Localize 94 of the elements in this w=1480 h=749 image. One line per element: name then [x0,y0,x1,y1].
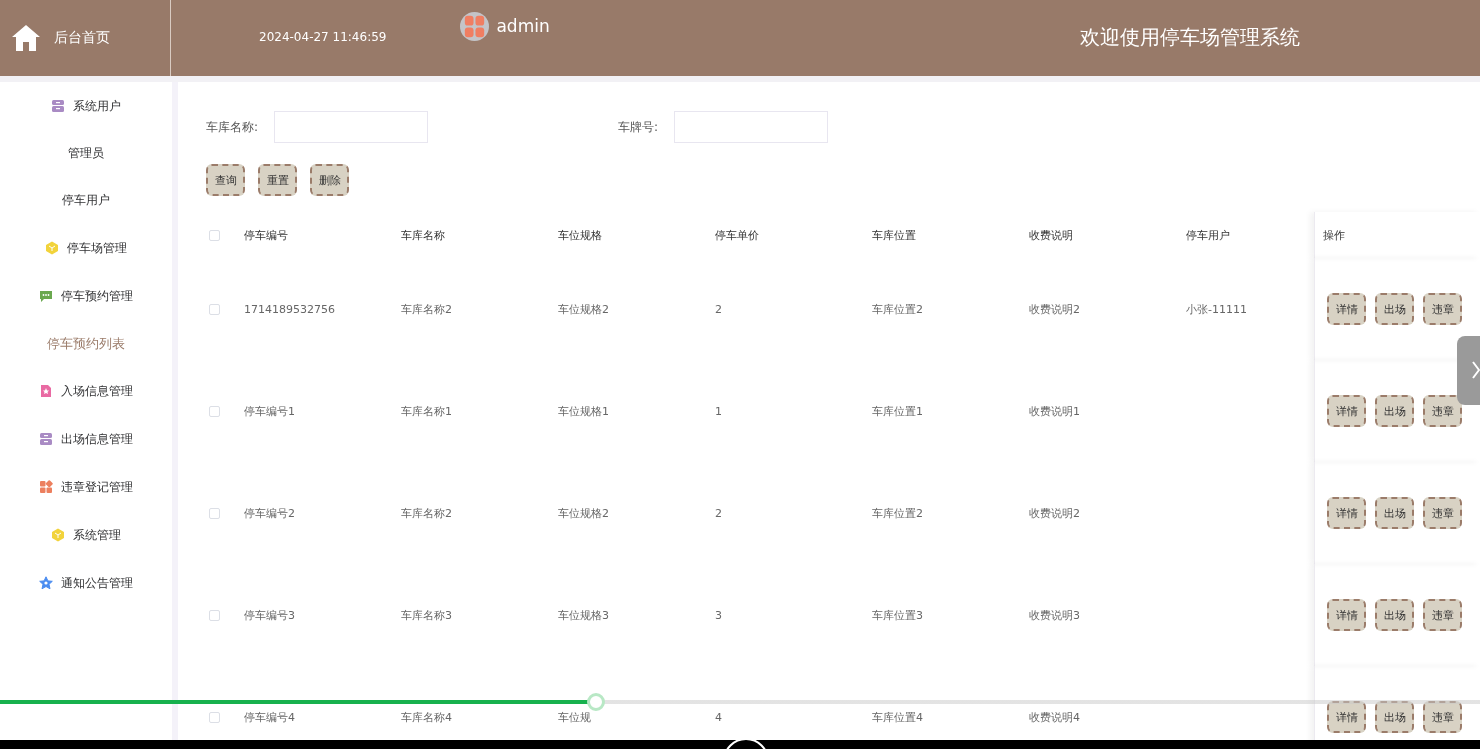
submenu-item[interactable]: 管理员 [0,130,172,177]
menu-item[interactable]: 停车预约管理 [0,272,172,320]
home-icon[interactable] [11,24,41,52]
home-link[interactable]: 后台首页 [54,29,110,47]
row-action-button[interactable]: 出场 [1375,293,1414,325]
table-cell-text: 车位规格3 [558,607,610,623]
row-action-button[interactable]: 详情 [1327,599,1366,631]
input-field[interactable] [274,111,429,143]
row-action-button[interactable]: 违章 [1423,497,1462,529]
row-action-button[interactable]: 出场 [1375,395,1414,427]
column-header: 收费说明 [1029,227,1074,243]
avatar [460,11,490,41]
table-cell-text: 车库名称1 [401,403,453,419]
menu-item[interactable]: 系统管理 [0,511,172,559]
column-header: 停车编号 [244,227,289,243]
grid-icon [39,480,53,494]
column-header: 停车用户 [1186,227,1231,243]
column-header: 车库位置 [872,227,917,243]
checkbox[interactable] [209,507,220,519]
action-button[interactable]: 查询 [206,164,245,196]
menu-item[interactable]: 停车场管理 [0,224,172,272]
table-cell-text: 车库位置3 [872,607,924,623]
table-cell-text: 收费说明3 [1029,607,1081,623]
table-cell-text: 小张-11111 [1186,301,1248,317]
table-cell-text: 停车编号2 [244,505,296,521]
column-header: 车库名称 [401,227,446,243]
checkbox[interactable] [209,229,220,241]
document-icon [39,384,53,398]
cube-icon [45,241,59,255]
table-cell-text: 车位规格1 [558,403,610,419]
table-cell-text: 收费说明2 [1029,301,1081,317]
username: admin [496,16,550,36]
row-action-button[interactable]: 违章 [1423,701,1462,733]
menu-item[interactable]: 出场信息管理 [0,415,172,463]
archive-icon [51,99,65,113]
chat-icon [39,289,53,303]
row-action-button[interactable]: 违章 [1423,293,1462,325]
row-action-button[interactable]: 详情 [1327,293,1366,325]
table-cell-text: 停车编号1 [244,403,296,419]
action-button[interactable]: 重置 [258,164,297,196]
cube-icon [51,528,65,542]
checkbox[interactable] [209,303,220,315]
menu-item[interactable]: 通知公告管理 [0,559,172,607]
checkbox[interactable] [209,405,220,417]
slider-thumb[interactable] [587,693,606,711]
table-cell-text: 停车编号4 [244,709,296,725]
column-header: 停车单价 [715,227,760,243]
table-cell-text: 车库位置4 [872,709,924,725]
row-action-button[interactable]: 出场 [1375,599,1414,631]
table-cell-text: 车库名称3 [401,607,453,623]
table-cell-text: 车位规格2 [558,505,610,521]
table-cell-text: 车库位置2 [872,301,924,317]
table-cell-text: 收费说明4 [1029,709,1081,725]
table-cell-text: 收费说明1 [1029,403,1081,419]
table-cell-text: 车位规 [558,709,592,725]
table-cell-text: 2 [715,302,723,316]
menu-item[interactable]: 入场信息管理 [0,367,172,415]
menu-item[interactable]: 违章登记管理 [0,463,172,511]
table-cell-text: 4 [715,710,723,724]
row-action-button[interactable]: 出场 [1375,497,1414,529]
submenu-item[interactable]: 停车用户 [0,177,172,224]
field-label: 车牌号: [618,118,659,136]
table-cell-text: 1714189532756 [244,302,336,316]
table-cell-text: 1 [715,404,723,418]
table-cell-text: 车库名称4 [401,709,453,725]
table-cell-text: 车库名称2 [401,505,453,521]
table-cell-text: 收费说明2 [1029,505,1081,521]
expand-handle[interactable] [1457,336,1480,405]
checkbox[interactable] [209,609,220,621]
row-action-button[interactable]: 违章 [1423,599,1462,631]
row-action-button[interactable]: 详情 [1327,497,1366,529]
row-action-button[interactable]: 出场 [1375,701,1414,733]
column-header: 车位规格 [558,227,603,243]
table-cell-text: 车库名称2 [401,301,453,317]
table-cell-text: 车库位置2 [872,505,924,521]
input-field[interactable] [674,111,829,143]
menu-item[interactable]: 系统用户 [0,82,172,130]
star-icon [39,576,53,590]
action-button[interactable]: 删除 [310,164,349,196]
row-action-button[interactable]: 详情 [1327,701,1366,733]
column-header: 操作 [1323,227,1345,243]
archive-icon [39,432,53,446]
row-action-button[interactable]: 详情 [1327,395,1366,427]
submenu-item[interactable]: 停车预约列表 [0,320,172,367]
table-cell-text: 停车编号3 [244,607,296,623]
table-cell-text: 3 [715,608,723,622]
table-cell-text: 车库位置1 [872,403,924,419]
checkbox[interactable] [209,711,220,723]
datetime: 2024-04-27 11:46:59 [259,30,387,44]
table-cell-text: 车位规格2 [558,301,610,317]
field-label: 车库名称: [206,118,259,136]
table-cell-text: 2 [715,506,723,520]
row-action-button[interactable]: 违章 [1423,395,1462,427]
system-title: 欢迎使用停车场管理系统 [1080,24,1300,50]
